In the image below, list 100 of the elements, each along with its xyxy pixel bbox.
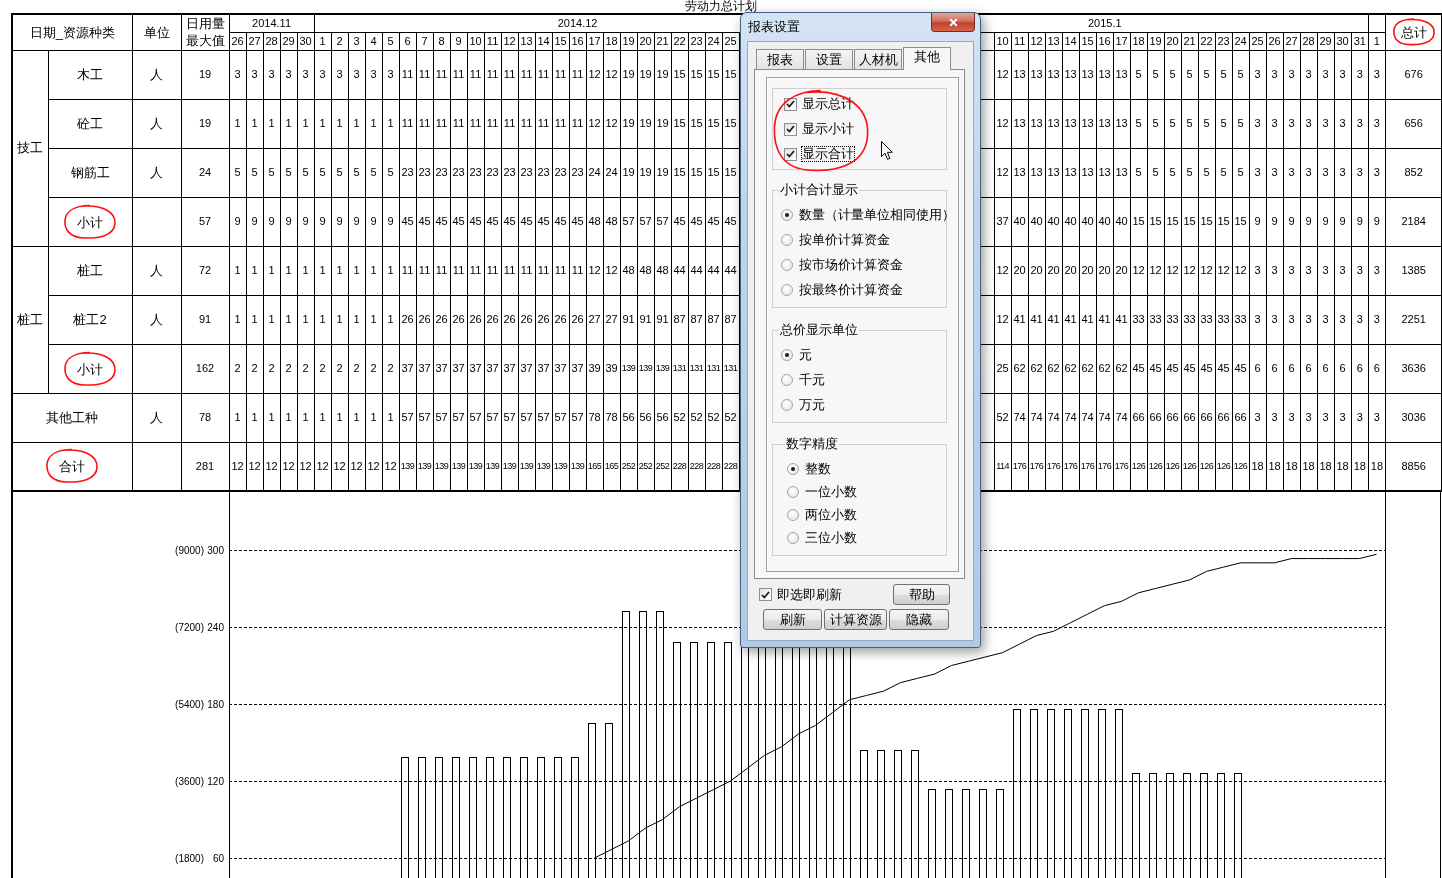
table-cell: 12 bbox=[603, 246, 621, 295]
table-cell: 131 bbox=[671, 344, 689, 393]
table-cell: 5 bbox=[1181, 99, 1199, 148]
table-cell: 3 bbox=[1368, 99, 1386, 148]
radio-label[interactable]: 万元 bbox=[799, 398, 825, 412]
radio-button[interactable] bbox=[787, 463, 799, 475]
table-cell: 1 bbox=[365, 246, 383, 295]
radio-label[interactable]: 数量（计量单位相同使用） bbox=[799, 208, 955, 222]
radio-label[interactable]: 按市场价计算资金 bbox=[799, 258, 903, 272]
table-cell: 5 bbox=[1198, 99, 1216, 148]
dialog-button[interactable]: 隐藏 bbox=[889, 609, 949, 630]
checkbox[interactable] bbox=[759, 588, 772, 601]
table-cell: 11 bbox=[569, 246, 587, 295]
group-title: 小计合计显示 bbox=[779, 183, 859, 197]
radio-label[interactable]: 元 bbox=[799, 348, 812, 362]
tab[interactable]: 设置 bbox=[805, 49, 853, 69]
table-cell: 228 bbox=[722, 442, 740, 491]
radio-button[interactable] bbox=[787, 532, 799, 544]
checkbox-label[interactable]: 即选即刷新 bbox=[777, 587, 842, 602]
radio-button[interactable] bbox=[787, 486, 799, 498]
table-cell: 11 bbox=[467, 246, 485, 295]
radio-button[interactable] bbox=[781, 284, 793, 296]
radio-button[interactable] bbox=[781, 399, 793, 411]
radio-label[interactable]: 三位小数 bbox=[805, 531, 857, 545]
dialog-button[interactable]: 计算资源 bbox=[824, 609, 887, 630]
tab[interactable]: 其他 bbox=[903, 47, 951, 70]
dialog-button[interactable]: 刷新 bbox=[763, 609, 822, 630]
table-cell: 3 bbox=[1334, 50, 1352, 99]
table-cell: 11 bbox=[552, 246, 570, 295]
radio-label[interactable]: 两位小数 bbox=[805, 508, 857, 522]
radio-label[interactable]: 按单价计算资金 bbox=[799, 233, 890, 247]
table-cell: 11 bbox=[552, 99, 570, 148]
radio-button[interactable] bbox=[781, 209, 793, 221]
table-cell: 45 bbox=[1164, 344, 1182, 393]
table-cell: 12 bbox=[1232, 246, 1250, 295]
table-cell: 15 bbox=[1198, 197, 1216, 246]
table-cell: 1 bbox=[348, 246, 366, 295]
table-cell: 3 bbox=[314, 50, 332, 99]
table-cell: 18 bbox=[1334, 442, 1352, 491]
table-cell: 2 bbox=[263, 344, 280, 393]
day-header: 26 bbox=[1266, 32, 1284, 50]
radio-label[interactable]: 按最终价计算资金 bbox=[799, 283, 903, 297]
radio-button[interactable] bbox=[781, 234, 793, 246]
table-cell: 74 bbox=[1011, 393, 1029, 442]
table-cell: 11 bbox=[450, 50, 468, 99]
checkbox[interactable] bbox=[784, 122, 797, 136]
table-cell: 6 bbox=[1283, 344, 1301, 393]
radio-button[interactable] bbox=[781, 259, 793, 271]
row-header: 小计 bbox=[77, 361, 103, 377]
table-cell: 23 bbox=[569, 148, 587, 197]
table-cell: 3 bbox=[297, 50, 315, 99]
table-cell: 26 bbox=[416, 295, 434, 344]
table-cell: 13 bbox=[1045, 50, 1063, 99]
radio-button[interactable] bbox=[781, 374, 793, 386]
table-cell: 3 bbox=[1351, 246, 1369, 295]
table-cell: 39 bbox=[586, 344, 604, 393]
table-cell: 3 bbox=[1368, 148, 1386, 197]
table-cell: 139 bbox=[552, 442, 570, 491]
table-cell: 126 bbox=[1215, 442, 1233, 491]
table-cell: 176 bbox=[1028, 442, 1046, 491]
radio-label[interactable]: 整数 bbox=[805, 462, 831, 476]
tab[interactable]: 人材机 bbox=[854, 49, 902, 69]
table-cell: 5 bbox=[1164, 99, 1182, 148]
day-header: 5 bbox=[382, 32, 400, 50]
table-cell: 1 bbox=[348, 393, 366, 442]
checkbox-label[interactable]: 显示小计 bbox=[802, 122, 854, 136]
table-cell: 12 bbox=[1215, 246, 1233, 295]
table-cell: 3 bbox=[1351, 295, 1369, 344]
table-cell: 19 bbox=[620, 50, 638, 99]
day-header: 22 bbox=[671, 32, 689, 50]
day-header: 10 bbox=[467, 32, 485, 50]
table-cell: 74 bbox=[1028, 393, 1046, 442]
table-cell: 18 bbox=[1283, 442, 1301, 491]
tab[interactable]: 报表 bbox=[756, 49, 804, 69]
table-cell: 252 bbox=[620, 442, 638, 491]
table-cell: 3 bbox=[1266, 148, 1284, 197]
table-cell: 3 bbox=[1351, 393, 1369, 442]
radio-label[interactable]: 一位小数 bbox=[805, 485, 857, 499]
table-cell: 78 bbox=[181, 393, 229, 442]
day-header: 20 bbox=[637, 32, 655, 50]
table-cell: 5 bbox=[1147, 99, 1165, 148]
y-axis-label: (5400) bbox=[175, 699, 204, 710]
table-cell: 15 bbox=[671, 50, 689, 99]
day-header: 28 bbox=[1300, 32, 1318, 50]
table-cell: 1 bbox=[263, 393, 280, 442]
table-cell: 5 bbox=[263, 148, 280, 197]
checkbox-label[interactable]: 显示合计 bbox=[802, 147, 854, 161]
table-cell: 5 bbox=[382, 148, 400, 197]
table-cell: 15 bbox=[1181, 197, 1199, 246]
radio-label[interactable]: 千元 bbox=[799, 373, 825, 387]
table-cell: 3 bbox=[1351, 50, 1369, 99]
checkbox-label[interactable]: 显示总计 bbox=[802, 97, 854, 111]
table-cell: 1 bbox=[314, 393, 332, 442]
checkbox[interactable] bbox=[784, 147, 797, 161]
radio-button[interactable] bbox=[787, 509, 799, 521]
close-button[interactable] bbox=[931, 13, 975, 32]
radio-button[interactable] bbox=[781, 349, 793, 361]
table-cell: 9 bbox=[229, 197, 246, 246]
table-cell: 2 bbox=[365, 344, 383, 393]
help-button[interactable]: 帮助 bbox=[893, 584, 950, 605]
